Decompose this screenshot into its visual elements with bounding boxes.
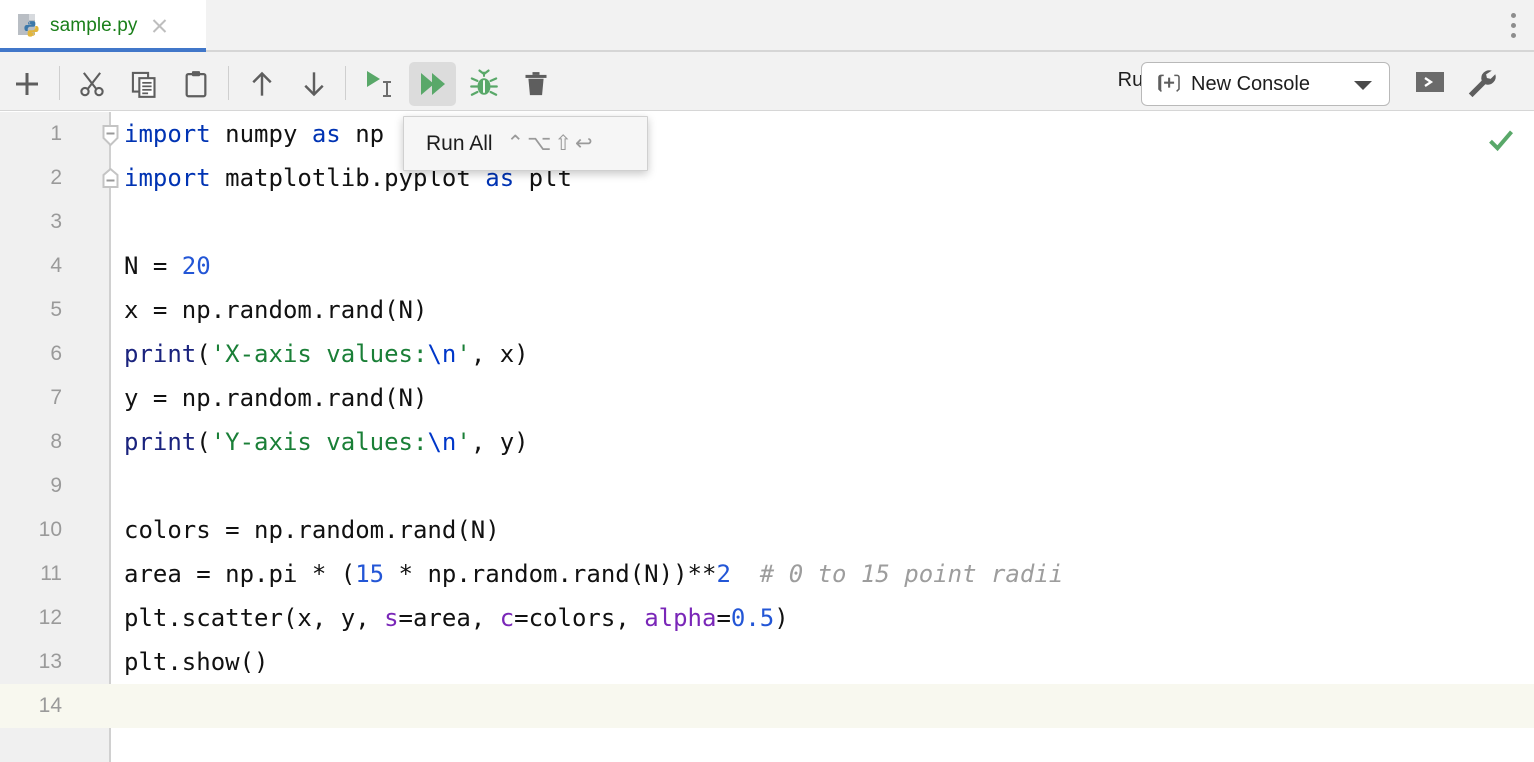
code-line[interactable]: 12 plt.scatter(x, y, s=area, c=colors, al… [0,596,1534,640]
run-all-tooltip: Run All ⌃⌥⇧↩ [403,116,648,171]
code-line[interactable]: 1 import numpy as np [0,112,1534,156]
code-line[interactable]: 3 [0,200,1534,244]
run-in-console-select[interactable]: New Console [1141,62,1390,106]
line-number: 11 [0,552,62,596]
move-down-button[interactable] [291,62,337,106]
tooltip-label: Run All [426,132,493,156]
settings-button[interactable] [1463,66,1497,100]
code-line[interactable]: 13 plt.show() [0,640,1534,684]
arrow-down-icon [300,70,328,98]
toolbar-separator [228,66,229,100]
terminal-button[interactable] [1416,70,1444,98]
line-number: 4 [0,244,62,288]
editor-tab-sample-py[interactable]: sample.py [0,0,206,52]
scissors-icon [78,70,106,98]
code-line-text: x = np.random.rand(N) [124,288,427,332]
editor-tab-bar: sample.py [0,0,1534,52]
debug-button[interactable] [461,62,507,106]
wrench-icon [1463,66,1497,100]
plus-icon [14,71,40,97]
tooltip-shortcut: ⌃⌥⇧↩ [507,131,596,156]
chevron-down-icon[interactable] [1354,81,1372,90]
run-in-console-value: New Console [1191,73,1310,96]
code-line-text: y = np.random.rand(N) [124,376,427,420]
fold-start-icon[interactable] [101,125,120,147]
code-editor[interactable]: 1 import numpy as np2import matplotlib.py… [0,112,1534,762]
terminal-icon [1416,70,1444,94]
code-line-text: print('X-axis values:\n', x) [124,332,529,376]
line-number: 9 [0,464,62,508]
delete-button[interactable] [513,62,559,106]
line-number: 8 [0,420,62,464]
code-line[interactable]: 7 y = np.random.rand(N) [0,376,1534,420]
tab-active-indicator [0,48,206,52]
code-line[interactable]: 9 [0,464,1534,508]
line-number: 1 [0,112,62,156]
pycharm-editor-window: sample.py [0,0,1534,762]
line-number: 13 [0,640,62,684]
line-number: 10 [0,508,62,552]
code-line[interactable]: 6 print('X-axis values:\n', x) [0,332,1534,376]
add-cell-button[interactable] [4,62,50,106]
line-number: 5 [0,288,62,332]
kebab-menu-icon[interactable] [1511,13,1517,39]
line-number: 6 [0,332,62,376]
code-line-text: area = np.pi * (15 * np.random.rand(N))*… [124,552,1063,596]
run-cursor-icon [362,68,396,100]
trash-icon [522,70,550,98]
code-line-text: import numpy as np [124,112,384,156]
code-line[interactable]: 5 x = np.random.rand(N) [0,288,1534,332]
code-line-text: colors = np.random.rand(N) [124,508,500,552]
bug-icon [469,69,499,99]
line-number: 14 [0,684,62,728]
code-line[interactable]: 10 colors = np.random.rand(N) [0,508,1534,552]
code-line-text: plt.show() [124,640,269,684]
toolbar-separator [59,66,60,100]
copy-icon [130,70,158,98]
fold-end-icon[interactable] [101,168,120,190]
run-all-icon [418,70,448,98]
run-cell-button[interactable] [356,62,402,106]
code-line[interactable]: 2import matplotlib.pyplot as plt [0,156,1534,200]
arrow-up-icon [248,70,276,98]
line-number: 2 [0,156,62,200]
code-line-text: plt.scatter(x, y, s=area, c=colors, alph… [124,596,789,640]
green-check-icon[interactable] [1487,126,1515,154]
code-line[interactable]: 4 N = 20 [0,244,1534,288]
new-console-icon [1157,74,1181,94]
move-up-button[interactable] [239,62,285,106]
line-number: 7 [0,376,62,420]
code-line-text: N = 20 [124,244,211,288]
clipboard-paste-icon [182,70,210,98]
code-line-text: print('Y-axis values:\n', y) [124,420,529,464]
code-line[interactable]: 14 [0,684,1534,728]
python-file-icon [18,14,40,38]
editor-tab-label: sample.py [50,15,138,37]
copy-button[interactable] [121,62,167,106]
close-icon[interactable] [150,16,170,36]
line-number: 12 [0,596,62,640]
paste-button[interactable] [173,62,219,106]
line-number: 3 [0,200,62,244]
code-line[interactable]: 8 print('Y-axis values:\n', y) [0,420,1534,464]
code-line[interactable]: 11 area = np.pi * (15 * np.random.rand(N)… [0,552,1534,596]
toolbar-separator [345,66,346,100]
cut-button[interactable] [69,62,115,106]
run-all-button[interactable] [409,62,456,106]
